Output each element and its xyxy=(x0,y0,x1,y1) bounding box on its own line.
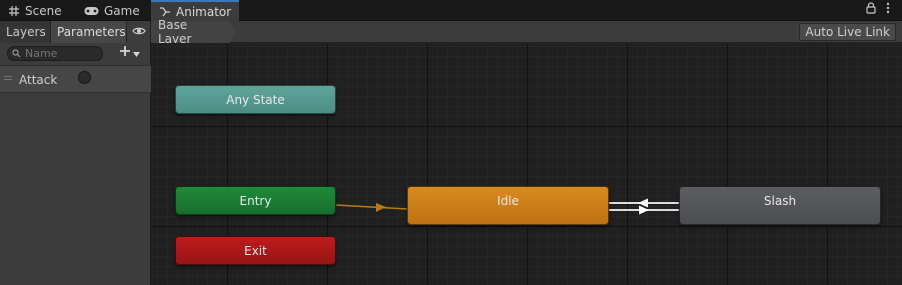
search-input[interactable] xyxy=(25,47,95,60)
transition-slash-to-idle-arrow[interactable] xyxy=(638,198,648,208)
eye-icon xyxy=(131,25,146,39)
parameter-row[interactable]: Attack xyxy=(0,65,151,93)
tab-parameters[interactable]: Parameters xyxy=(51,21,127,43)
tab-layers-label: Layers xyxy=(6,25,46,39)
window-controls xyxy=(866,2,890,17)
tab-scene-label: Scene xyxy=(25,3,62,18)
default-transition-line[interactable] xyxy=(335,204,408,210)
window-tab-bar: Scene Game Animator xyxy=(0,0,902,21)
state-any-state[interactable]: Any State xyxy=(175,85,336,114)
add-parameter-button[interactable] xyxy=(119,45,140,60)
state-entry[interactable]: Entry xyxy=(175,186,336,215)
state-machine-graph[interactable]: Any State Entry Exit Idle Slash xyxy=(152,43,902,285)
parameter-name[interactable]: Attack xyxy=(19,73,57,87)
animator-toolbar: Layers Parameters Base Layer Auto Live L… xyxy=(0,18,902,46)
state-idle[interactable]: Idle xyxy=(407,186,609,225)
tab-parameters-label: Parameters xyxy=(57,25,126,39)
state-slash-label: Slash xyxy=(763,194,797,208)
tab-animator-label: Animator xyxy=(176,4,232,19)
tab-game[interactable]: Game xyxy=(76,0,148,21)
state-any-state-label: Any State xyxy=(226,92,285,107)
tab-scene[interactable]: Scene xyxy=(0,0,75,21)
chevron-down-icon xyxy=(133,46,140,60)
drag-handle-icon[interactable] xyxy=(4,76,12,80)
parameter-search[interactable] xyxy=(7,46,103,61)
breadcrumb-arrow xyxy=(229,21,237,43)
state-entry-label: Entry xyxy=(239,193,272,208)
trigger-toggle[interactable] xyxy=(78,71,91,84)
grid-icon xyxy=(8,5,20,17)
kebab-menu-icon[interactable] xyxy=(886,2,890,17)
auto-live-link-label: Auto Live Link xyxy=(805,25,890,39)
transition-idle-to-slash-arrow[interactable] xyxy=(639,205,649,215)
animator-icon xyxy=(159,6,171,18)
parameter-search-row xyxy=(0,43,151,65)
auto-live-link-button[interactable]: Auto Live Link xyxy=(799,23,896,41)
gamepad-icon xyxy=(84,6,99,16)
state-slash[interactable]: Slash xyxy=(679,186,881,225)
eye-toggle-button[interactable] xyxy=(127,21,151,43)
tab-layers[interactable]: Layers xyxy=(0,21,51,43)
state-exit[interactable]: Exit xyxy=(175,236,336,265)
breadcrumb-base-layer: Base Layer xyxy=(158,18,192,46)
breadcrumb[interactable]: Base Layer xyxy=(151,18,230,46)
parameters-panel: Attack xyxy=(0,43,151,285)
search-icon xyxy=(12,47,21,61)
lock-icon[interactable] xyxy=(866,2,876,17)
tab-game-label: Game xyxy=(104,3,140,18)
state-idle-label: Idle xyxy=(497,194,519,208)
default-transition-arrow[interactable] xyxy=(376,203,386,212)
plus-icon xyxy=(119,45,131,60)
state-exit-label: Exit xyxy=(244,243,267,258)
